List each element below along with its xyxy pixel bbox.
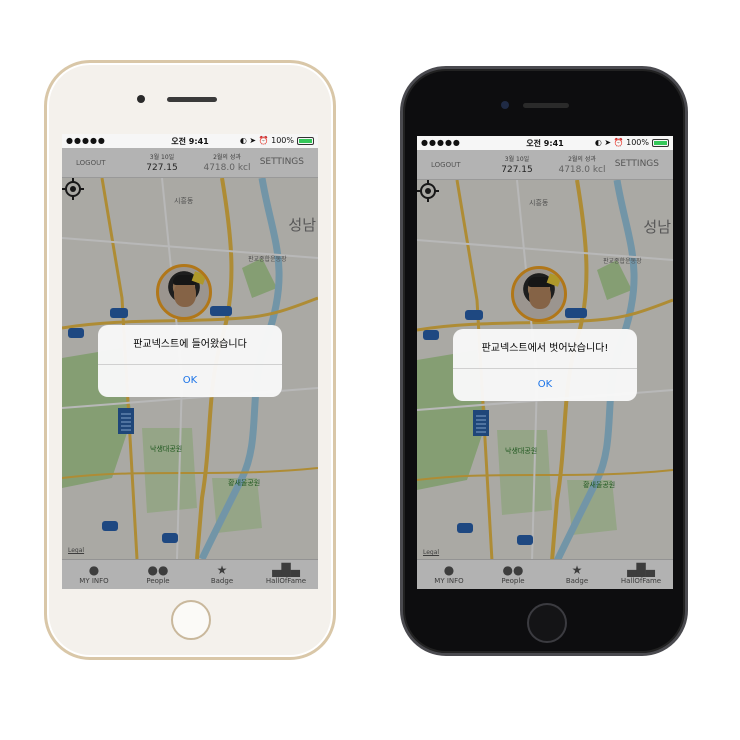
logout-button[interactable]: LOGOUT — [431, 161, 461, 169]
tab-label: MY INFO — [434, 577, 464, 585]
month-value: 4718.0 kcl — [558, 165, 606, 175]
tab-hall-of-fame[interactable]: ▄█▄ HallOfFame — [609, 560, 673, 589]
month-label: 2월의 성과 — [213, 154, 241, 161]
tab-label: People — [501, 577, 525, 585]
tab-label: Badge — [210, 577, 234, 585]
app-screen: ●●●●● 오전 9:41 ◐ ➤ ⏰ 100% LOGOUT 3월 10일 7… — [417, 136, 673, 589]
city-label: 성남 — [288, 216, 316, 234]
earpiece-speaker — [523, 103, 569, 108]
legal-link[interactable]: Legal — [423, 549, 439, 556]
battery-icon — [297, 137, 314, 145]
phone-gold: ●●●●● 오전 9:41 ◐ ➤ ⏰ 100% LOGOUT 3월 10일 7… — [44, 60, 336, 660]
map-label: 판교종합운동장 — [603, 258, 642, 265]
tab-label: HallOfFame — [265, 577, 307, 585]
building-marker-icon[interactable] — [118, 408, 134, 434]
location-target-icon[interactable] — [417, 180, 439, 202]
tab-people[interactable]: ●● People — [481, 560, 545, 589]
map-label: 낙생대공원 — [150, 445, 183, 453]
status-bar: ●●●●● 오전 9:41 ◐ ➤ ⏰ 100% — [62, 134, 318, 148]
people-icon: ●● — [502, 563, 524, 577]
today-stat: 3월 10일 727.15 — [497, 154, 537, 175]
tab-my-info[interactable]: ● MY INFO — [62, 560, 126, 589]
star-icon: ★ — [571, 563, 583, 577]
battery-icon — [652, 139, 669, 147]
today-value: 727.15 — [501, 165, 533, 175]
logout-button[interactable]: LOGOUT — [76, 159, 106, 167]
app-screen: ●●●●● 오전 9:41 ◐ ➤ ⏰ 100% LOGOUT 3월 10일 7… — [62, 134, 318, 589]
city-label: 성남 — [643, 218, 671, 236]
tab-bar: ● MY INFO ●● People ★ Badge ▄█▄ HallOfFame — [62, 559, 318, 589]
status-right: ◐ ➤ ⏰ 100% — [239, 136, 294, 145]
ok-button[interactable]: OK — [98, 365, 282, 397]
settings-button[interactable]: SETTINGS — [615, 159, 659, 169]
people-icon: ●● — [147, 563, 169, 577]
person-icon: ● — [88, 563, 100, 577]
today-label: 3월 10일 — [504, 156, 530, 163]
today-value: 727.15 — [146, 163, 178, 173]
status-right: ◐ ➤ ⏰ 100% — [594, 138, 649, 147]
settings-button[interactable]: SETTINGS — [260, 157, 304, 167]
tab-label: HallOfFame — [620, 577, 662, 585]
tab-hall-of-fame[interactable]: ▄█▄ HallOfFame — [254, 560, 318, 589]
podium-icon: ▄█▄ — [627, 563, 655, 577]
tab-label: Badge — [565, 577, 589, 585]
star-icon: ★ — [216, 563, 228, 577]
map-label: 판교종합운동장 — [248, 256, 287, 263]
podium-icon: ▄█▄ — [272, 563, 300, 577]
legal-link[interactable]: Legal — [68, 547, 84, 554]
ok-button[interactable]: OK — [453, 369, 637, 401]
alert-dialog: 판교넥스트에서 벗어났습니다! OK — [453, 329, 637, 401]
user-avatar[interactable] — [511, 266, 567, 322]
month-value: 4718.0 kcl — [203, 163, 251, 173]
building-marker-icon[interactable] — [473, 410, 489, 436]
location-target-icon[interactable] — [62, 178, 84, 200]
top-bar: LOGOUT 3월 10일 727.15 2월의 성과 4718.0 kcl S… — [417, 150, 673, 180]
status-bar: ●●●●● 오전 9:41 ◐ ➤ ⏰ 100% — [417, 136, 673, 150]
month-label: 2월의 성과 — [568, 156, 596, 163]
tab-badge[interactable]: ★ Badge — [545, 560, 609, 589]
person-icon: ● — [443, 563, 455, 577]
tab-people[interactable]: ●● People — [126, 560, 190, 589]
today-stat: 3월 10일 727.15 — [142, 152, 182, 173]
map-label: 낙생대공원 — [505, 447, 538, 455]
home-button[interactable] — [527, 603, 567, 643]
user-avatar[interactable] — [156, 264, 212, 320]
map-label: 황새울공원 — [228, 479, 261, 487]
earpiece-speaker — [167, 97, 217, 102]
tab-badge[interactable]: ★ Badge — [190, 560, 254, 589]
month-stat: 2월의 성과 4718.0 kcl — [192, 152, 262, 173]
alert-message: 판교넥스트에 들어왔습니다 — [98, 325, 282, 365]
map-label: 시흥동 — [174, 197, 194, 205]
map-label: 시흥동 — [529, 199, 549, 207]
camera-icon — [137, 95, 145, 103]
tab-bar: ● MY INFO ●● People ★ Badge ▄█▄ HallOfFame — [417, 559, 673, 589]
month-stat: 2월의 성과 4718.0 kcl — [547, 154, 617, 175]
tab-label: MY INFO — [79, 577, 109, 585]
home-button[interactable] — [171, 600, 211, 640]
phone-space-gray: ●●●●● 오전 9:41 ◐ ➤ ⏰ 100% LOGOUT 3월 10일 7… — [400, 66, 688, 656]
tab-my-info[interactable]: ● MY INFO — [417, 560, 481, 589]
alert-dialog: 판교넥스트에 들어왔습니다 OK — [98, 325, 282, 397]
today-label: 3월 10일 — [149, 154, 175, 161]
top-bar: LOGOUT 3월 10일 727.15 2월의 성과 4718.0 kcl S… — [62, 148, 318, 178]
alert-message: 판교넥스트에서 벗어났습니다! — [453, 329, 637, 369]
map-label: 황새울공원 — [583, 481, 616, 489]
camera-icon — [501, 101, 509, 109]
tab-label: People — [146, 577, 170, 585]
